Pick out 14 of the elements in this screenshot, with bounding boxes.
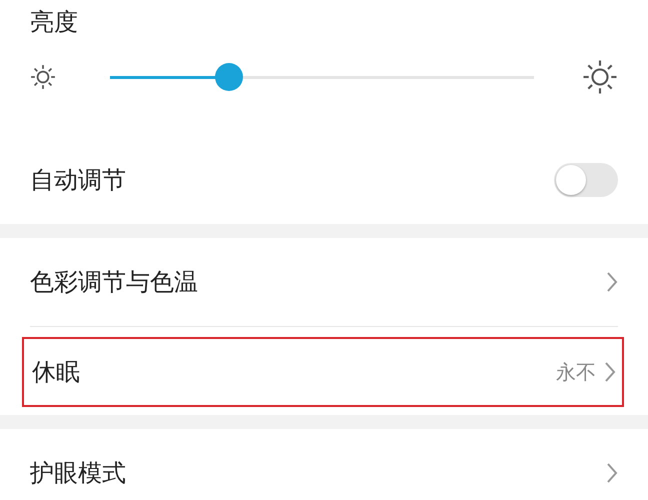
chevron-right-icon	[606, 462, 618, 484]
toggle-switch[interactable]	[554, 163, 618, 197]
brightness-title: 亮度	[30, 7, 79, 38]
setting-label: 护眼模式	[30, 458, 127, 489]
brightness-high-icon	[582, 59, 618, 95]
slider-thumb[interactable]	[214, 63, 243, 91]
setting-value: 永不	[556, 358, 596, 386]
setting-label: 自动调节	[30, 165, 127, 196]
brightness-slider[interactable]	[110, 63, 534, 91]
brightness-low-icon	[30, 64, 56, 90]
chevron-right-icon	[604, 361, 616, 383]
setting-label: 休眠	[32, 357, 81, 388]
chevron-right-icon	[606, 271, 618, 293]
setting-label: 色彩调节与色温	[30, 267, 199, 298]
